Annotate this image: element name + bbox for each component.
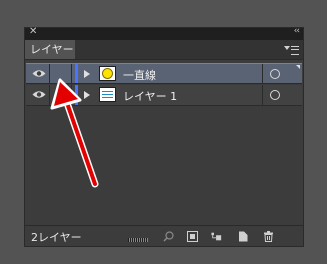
- annotation-arrow-icon: [50, 78, 99, 188]
